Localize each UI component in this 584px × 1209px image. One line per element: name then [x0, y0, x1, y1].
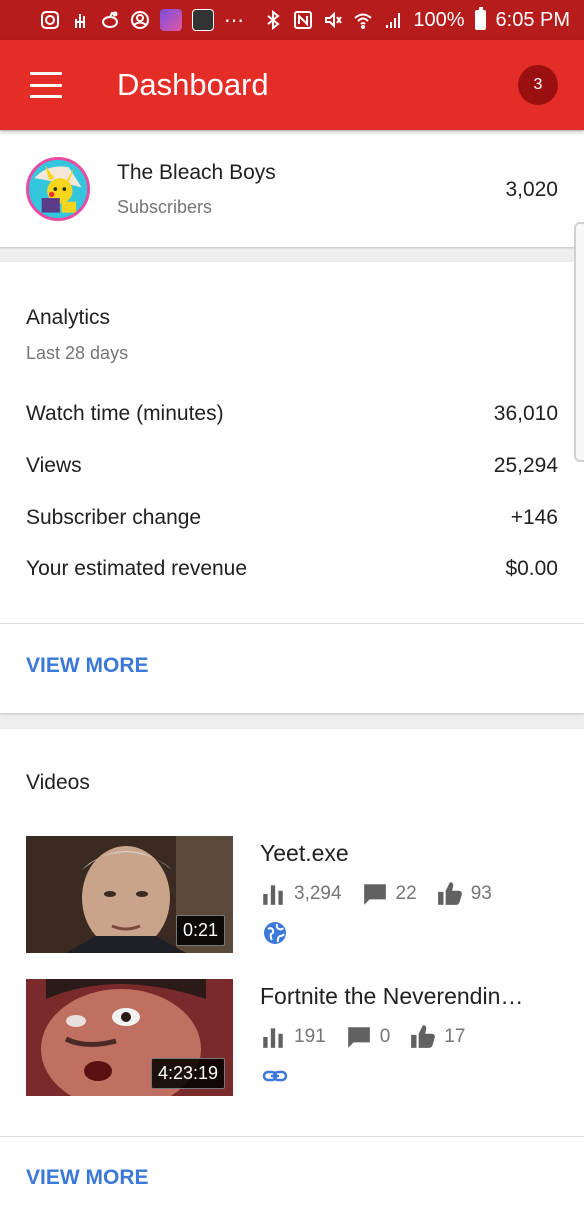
metric-value: 36,010	[493, 402, 558, 425]
videos-card: Videos 0:21 Yeet.exe 3,294 22 93 4:23:19…	[0, 729, 584, 1209]
battery-percent: 100%	[413, 8, 465, 31]
page-title: Dashboard	[117, 67, 269, 102]
game-app-icon	[160, 9, 182, 31]
bar-chart-icon	[263, 885, 283, 905]
pikachu-avatar-image	[29, 160, 87, 218]
video-title[interactable]: Yeet.exe	[260, 840, 349, 867]
comments-count: 22	[395, 883, 417, 904]
video-duration: 4:23:19	[150, 1058, 225, 1089]
metric-row-subscriber-change: Subscriber change +146	[26, 506, 558, 530]
channel-name: The Bleach Boys	[117, 160, 276, 184]
comments-stat: 0	[346, 1024, 391, 1050]
signal-icon	[383, 10, 403, 30]
wifi-icon	[353, 10, 373, 30]
metric-row-revenue: Your estimated revenue $0.00	[26, 557, 558, 581]
comments-count: 0	[379, 1026, 391, 1047]
thumbs-up-icon	[437, 882, 462, 905]
video-item[interactable]: 0:21 Yeet.exe 3,294 22 93	[26, 836, 566, 954]
videos-view-more-button[interactable]: VIEW MORE	[26, 1166, 149, 1190]
more-notifications-icon: ⋯	[224, 9, 244, 32]
channel-card[interactable]: The Bleach Boys Subscribers 3,020	[0, 131, 584, 247]
video-stats: 3,294 22 93	[260, 881, 512, 907]
bar-chart-icon	[263, 1028, 283, 1048]
reddit-icon	[100, 10, 120, 30]
thumbs-up-icon	[411, 1025, 436, 1048]
nfc-icon	[293, 10, 313, 30]
metric-value: 25,294	[493, 454, 558, 477]
analytics-card: Analytics Last 28 days Watch time (minut…	[0, 262, 584, 713]
likes-count: 17	[444, 1026, 466, 1047]
metric-value: +146	[510, 506, 558, 529]
comment-icon	[347, 1027, 370, 1048]
likes-stat: 17	[410, 1024, 465, 1050]
peace-hand-icon	[70, 10, 90, 30]
likes-count: 93	[470, 883, 492, 904]
unlisted-link-icon	[262, 1063, 288, 1089]
app-bar: Dashboard 3	[0, 40, 584, 130]
metric-row-views: Views 25,294	[26, 454, 558, 478]
instagram-icon	[40, 10, 60, 30]
metric-label: Watch time (minutes)	[26, 402, 224, 425]
battery-icon	[474, 7, 486, 30]
scroll-indicator	[574, 222, 584, 462]
comment-icon	[363, 884, 386, 905]
metric-label: Views	[26, 454, 82, 477]
divider	[0, 1136, 584, 1137]
analytics-view-more-button[interactable]: VIEW MORE	[26, 654, 149, 678]
metric-row-watch-time: Watch time (minutes) 36,010	[26, 402, 558, 426]
comments-stat: 22	[362, 881, 417, 907]
subscriber-count: 3,020	[505, 178, 558, 201]
channel-info: The Bleach Boys Subscribers	[117, 161, 505, 218]
clock: 6:05 PM	[495, 8, 570, 31]
subscribers-label: Subscribers	[117, 196, 213, 217]
account-icon	[130, 10, 150, 30]
metric-label: Subscriber change	[26, 506, 202, 529]
video-title[interactable]: Fortnite the Neverendin…	[260, 983, 523, 1010]
analytics-period: Last 28 days	[26, 343, 129, 363]
system-icons: 100% 6:05 PM	[263, 7, 570, 32]
videos-title: Videos	[26, 771, 90, 794]
video-duration: 0:21	[175, 915, 225, 946]
likes-stat: 93	[437, 881, 492, 907]
views-stat: 191	[260, 1024, 326, 1050]
notification-icons: ⋯	[40, 8, 244, 33]
views-count: 191	[294, 1026, 326, 1047]
views-stat: 3,294	[260, 881, 342, 907]
public-globe-icon	[262, 920, 288, 946]
mute-icon	[323, 10, 343, 30]
video-thumbnail[interactable]: 0:21	[26, 836, 233, 953]
views-count: 3,294	[294, 883, 342, 904]
status-bar: ⋯ 100% 6:05 PM	[0, 0, 584, 40]
video-thumbnail[interactable]: 4:23:19	[26, 979, 233, 1096]
metric-label: Your estimated revenue	[26, 557, 248, 580]
metric-value: $0.00	[505, 557, 558, 580]
notification-badge[interactable]: 3	[518, 65, 558, 105]
channel-avatar	[26, 157, 90, 221]
video-item[interactable]: 4:23:19 Fortnite the Neverendin… 191 0 1…	[26, 979, 566, 1097]
controller-app-icon	[192, 9, 214, 31]
divider	[0, 623, 584, 624]
menu-icon[interactable]	[30, 72, 62, 98]
video-stats: 191 0 17	[260, 1024, 485, 1050]
bluetooth-icon	[263, 10, 283, 30]
analytics-title: Analytics	[26, 306, 111, 329]
